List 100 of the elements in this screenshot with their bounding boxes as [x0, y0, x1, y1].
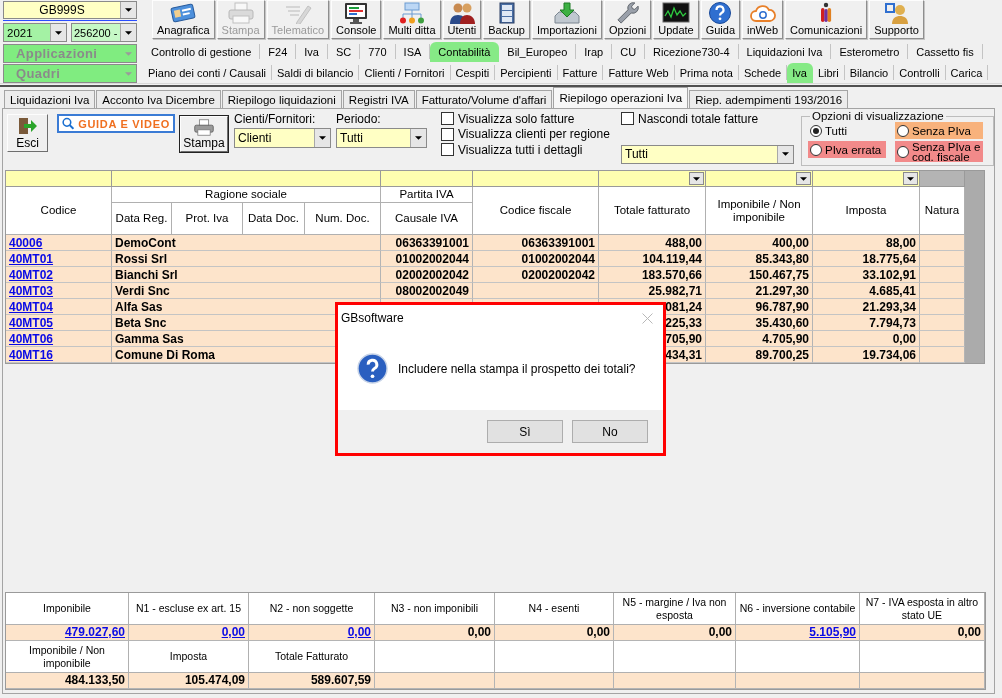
menu-tab[interactable]: Bil_Europeo: [499, 44, 577, 59]
menu-tab[interactable]: Percipienti: [495, 65, 558, 80]
dropdown-button[interactable]: [120, 2, 136, 18]
form-tab[interactable]: Liquidazioni Iva: [4, 90, 96, 108]
filter-field[interactable]: [813, 171, 920, 187]
code-link[interactable]: 40MT03: [6, 283, 112, 299]
radio-button[interactable]: [897, 145, 909, 158]
checkbox[interactable]: [621, 112, 634, 126]
toolbar-button[interactable]: Update: [653, 0, 699, 39]
dropdown-button[interactable]: [50, 24, 66, 41]
code-link[interactable]: 40006: [6, 235, 112, 251]
menu-tab[interactable]: Bilancio: [844, 65, 895, 80]
total-value: 0,00: [495, 625, 614, 641]
year-select[interactable]: 2021: [3, 23, 67, 42]
dropdown-button[interactable]: [777, 145, 793, 163]
menu-tab[interactable]: Controllo di gestione: [143, 44, 261, 59]
dropdown-button[interactable]: [689, 172, 704, 185]
total-link[interactable]: 0,00: [249, 625, 375, 641]
toolbar-button[interactable]: Supporto: [869, 0, 924, 39]
menu-tab[interactable]: CU: [612, 44, 646, 59]
toolbar-button[interactable]: Backup: [483, 0, 530, 39]
table-cell: [920, 235, 965, 251]
dialog-button[interactable]: Sì: [487, 420, 563, 443]
menu-tab[interactable]: Piano dei conti / Causali: [143, 65, 272, 80]
printer-icon: [193, 119, 215, 136]
radio-button[interactable]: [897, 124, 909, 137]
menu-tab[interactable]: Prima nota: [674, 65, 739, 80]
radio-button[interactable]: [810, 124, 822, 137]
table-cell: Verdi Snc: [112, 283, 381, 299]
form-tab[interactable]: Riepilogo operazioni Iva: [553, 87, 689, 108]
code-link[interactable]: 40MT02: [6, 267, 112, 283]
menu-tab[interactable]: Libri: [812, 65, 845, 80]
total-value: 105.474,09: [129, 673, 249, 689]
menu-tab[interactable]: Saldi di bilancio: [272, 65, 360, 80]
invoice-select[interactable]: Tutti: [621, 144, 794, 164]
form-tab[interactable]: Registri IVA: [342, 90, 415, 108]
form-tab[interactable]: Riepilogo liquidazioni: [221, 90, 342, 108]
filter-field[interactable]: [706, 171, 813, 187]
menu-tab[interactable]: Iva: [787, 63, 813, 83]
code-link[interactable]: 40MT16: [6, 347, 112, 363]
form-tab[interactable]: Fatturato/Volume d'affari: [415, 90, 553, 108]
checkbox[interactable]: [441, 112, 454, 126]
table-cell: 01002002044: [381, 251, 473, 267]
menu-tab[interactable]: Controlli: [894, 65, 946, 80]
exit-button[interactable]: Esci: [7, 114, 48, 152]
radio-button[interactable]: [810, 143, 822, 156]
menu-tab[interactable]: Carica: [945, 65, 989, 80]
code-link[interactable]: 40MT06: [6, 331, 112, 347]
dropdown-button[interactable]: [903, 172, 918, 185]
menu-tab[interactable]: Clienti / Fornitori: [359, 65, 451, 80]
form-tab[interactable]: Acconto Iva Dicembre: [96, 90, 221, 108]
toolbar-button[interactable]: inWeb: [742, 0, 784, 39]
dropdown-button[interactable]: [410, 129, 426, 147]
menu-tab[interactable]: Iva: [296, 44, 328, 59]
code-link[interactable]: 40MT04: [6, 299, 112, 315]
menu-tab[interactable]: Fatture: [557, 65, 604, 80]
toolbar-button[interactable]: Anagrafica: [152, 0, 215, 39]
menu-tab[interactable]: Ricezione730-4: [645, 44, 739, 59]
menu-tab[interactable]: Liquidazioni Iva: [738, 44, 832, 59]
checkbox[interactable]: [441, 143, 454, 157]
toolbar-button[interactable]: Console: [331, 0, 382, 39]
filter-field[interactable]: [6, 171, 112, 187]
dropdown-button[interactable]: [120, 24, 136, 41]
menu-tab[interactable]: Cassetto fis: [908, 44, 983, 59]
party-select[interactable]: Clienti: [234, 128, 331, 148]
toolbar-button[interactable]: Opzioni: [603, 0, 652, 39]
code-link[interactable]: 40MT01: [6, 251, 112, 267]
column-header: Codice fiscale: [473, 187, 599, 235]
dialog-button[interactable]: No: [572, 420, 648, 443]
menu-tab[interactable]: SC: [327, 44, 361, 59]
toolbar-button[interactable]: Comunicazioni: [785, 0, 868, 39]
menu-tab[interactable]: Esterometro: [831, 44, 909, 59]
code-select[interactable]: 256200 -: [71, 23, 137, 42]
total-link[interactable]: 5.105,90: [736, 625, 860, 641]
table-cell: 21.293,34: [813, 299, 920, 315]
menu-tab[interactable]: Irap: [576, 44, 613, 59]
dropdown-button[interactable]: [796, 172, 811, 185]
menu-tab[interactable]: Fatture Web: [603, 65, 675, 80]
dropdown-button[interactable]: [314, 129, 330, 147]
table-cell: 35.430,60: [706, 315, 813, 331]
toolbar-button[interactable]: Guida: [700, 0, 741, 39]
total-link[interactable]: 0,00: [129, 625, 249, 641]
filter-field[interactable]: [473, 171, 599, 187]
filter-field[interactable]: [112, 171, 381, 187]
print-button[interactable]: Stampa: [180, 116, 228, 152]
toolbar-button[interactable]: Utenti: [442, 0, 482, 39]
total-link[interactable]: 479.027,60: [6, 625, 129, 641]
checkbox[interactable]: [441, 127, 454, 141]
filter-field[interactable]: [599, 171, 706, 187]
toolbar-button[interactable]: Importazioni: [532, 0, 602, 39]
company-select[interactable]: GB999S: [3, 1, 137, 19]
code-link[interactable]: 40MT05: [6, 315, 112, 331]
menu-tab[interactable]: 770: [360, 44, 396, 59]
filter-field[interactable]: [381, 171, 473, 187]
toolbar-button[interactable]: Multi ditta: [383, 0, 441, 39]
menu-tab[interactable]: Cespiti: [450, 65, 496, 80]
menu-tab[interactable]: F24: [260, 44, 297, 59]
form-tab[interactable]: Riep. adempimenti 193/2016: [689, 90, 849, 108]
period-select[interactable]: Tutti: [336, 128, 427, 148]
menu-tab[interactable]: Contabilità: [430, 42, 500, 62]
